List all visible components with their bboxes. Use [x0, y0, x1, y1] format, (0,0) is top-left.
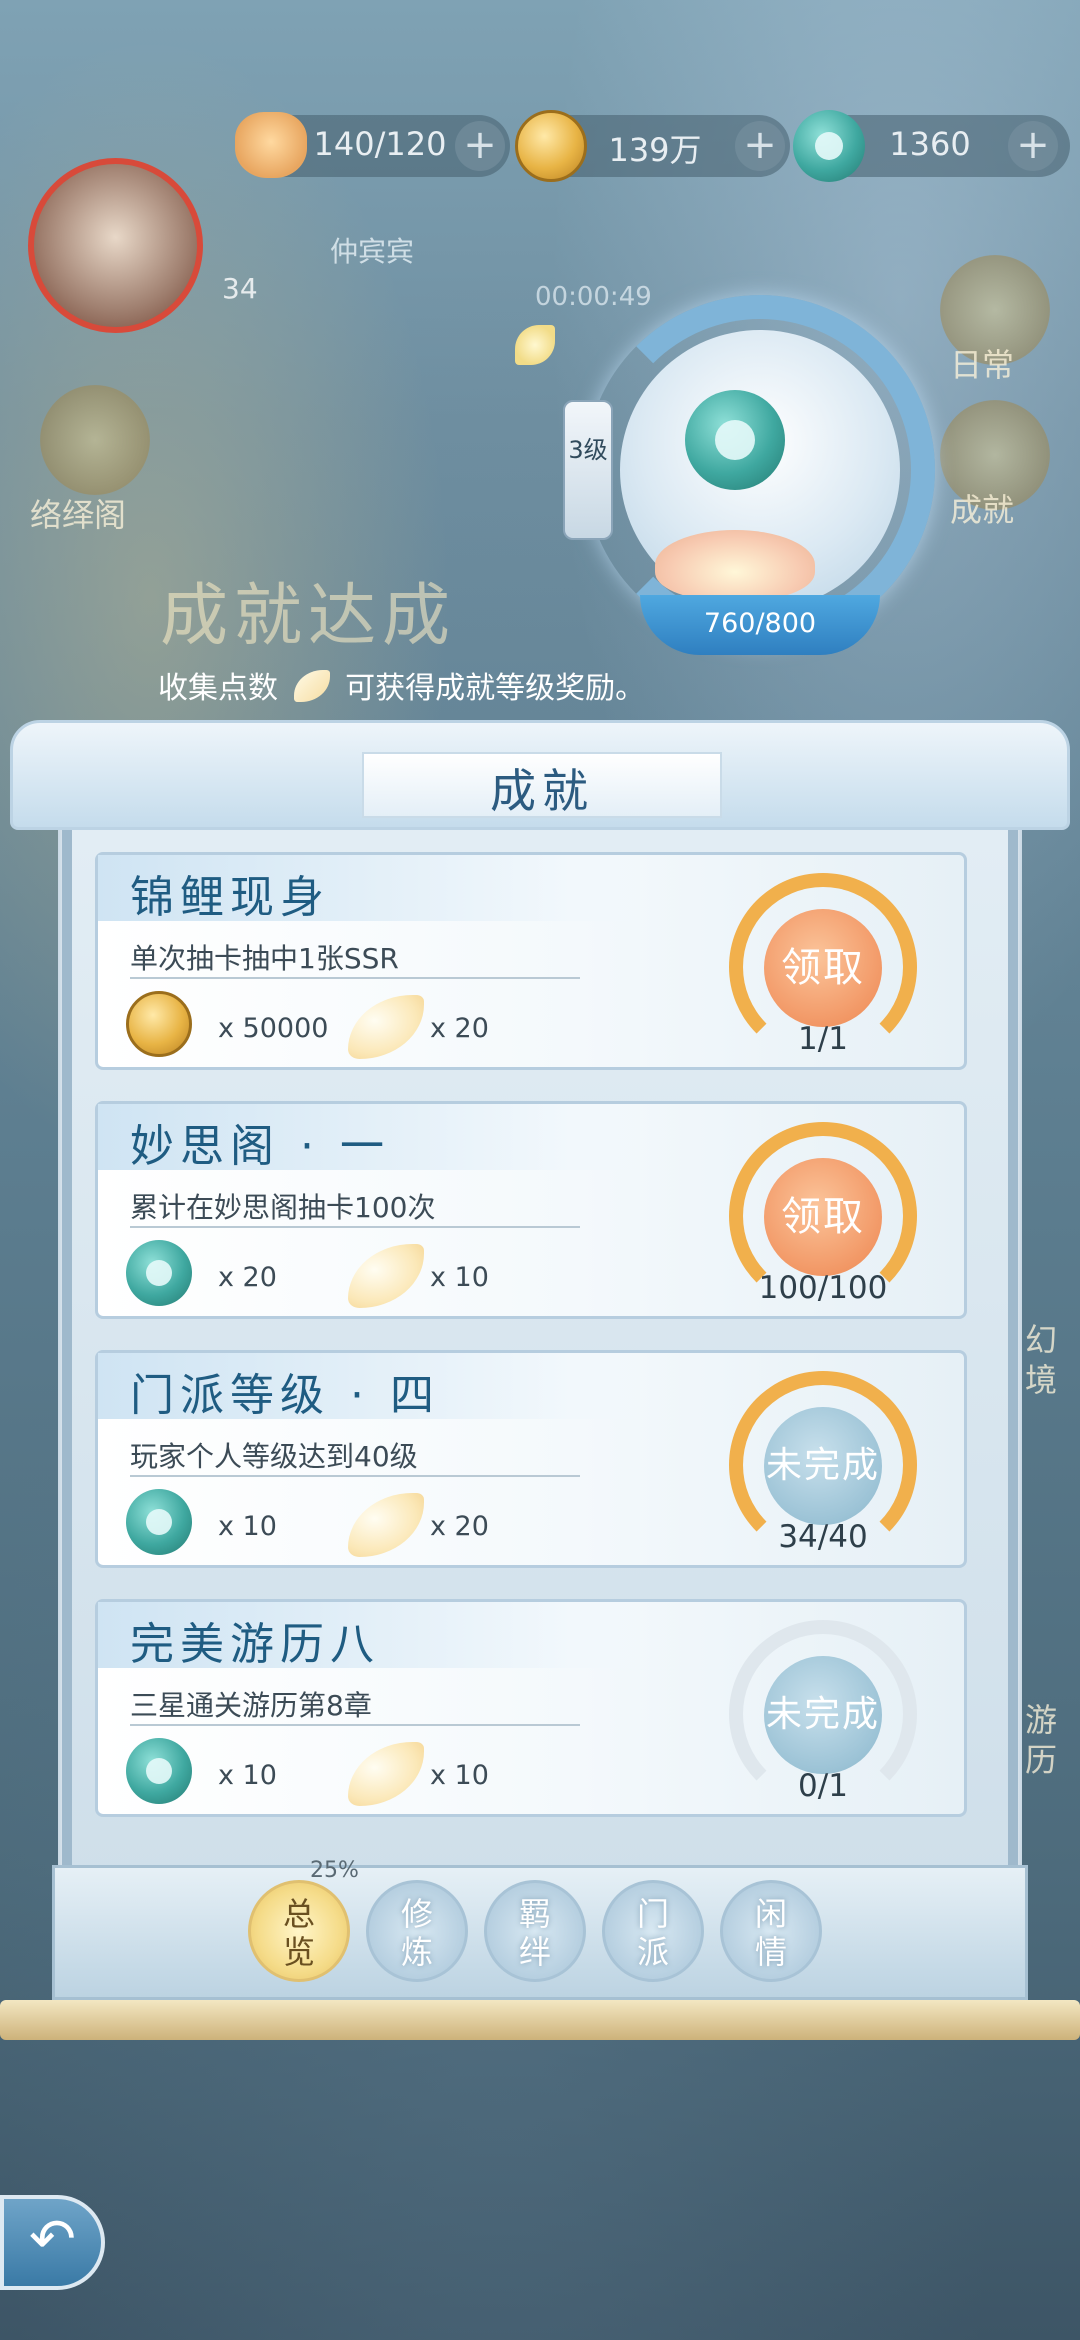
tab-label-bottom: 览	[282, 1933, 315, 1971]
reward2-quantity: x 20	[430, 1013, 489, 1044]
hint-text-before: 收集点数	[158, 671, 278, 706]
divider	[130, 1724, 580, 1726]
tab-label-top: 羁	[518, 1895, 551, 1933]
petal-icon	[348, 995, 424, 1059]
divider	[130, 977, 580, 979]
category-tab[interactable]: 羁绊	[484, 1880, 586, 1982]
tab-label-top: 总	[282, 1895, 315, 1933]
achievement-desc: 单次抽卡抽中1张SSR	[130, 942, 399, 975]
level-progress-text: 760/800	[703, 608, 817, 639]
tab-label-bottom: 绊	[518, 1933, 551, 1971]
achievement-progress: 100/100	[758, 1270, 888, 1306]
side-icon-left[interactable]	[40, 385, 150, 495]
jade-icon	[793, 110, 865, 182]
player-level: 34	[222, 272, 258, 305]
side-label-daily: 日常	[950, 346, 1015, 384]
event-timer: 00:00:49	[535, 282, 652, 312]
reward2-quantity: x 20	[430, 1511, 489, 1542]
incomplete-button[interactable]: 未完成	[764, 1407, 882, 1525]
achievement-progress: 0/1	[798, 1768, 848, 1804]
achievement-name: 锦鲤现身	[130, 872, 330, 923]
side-label-illusion: 幻境	[1025, 1321, 1058, 1399]
claim-button[interactable]: 领取	[764, 909, 882, 1027]
reward2-quantity: x 10	[430, 1760, 489, 1791]
hint-text-after: 可获得成就等级奖励。	[345, 671, 646, 706]
petal-icon	[293, 670, 330, 702]
jade-emblem-icon	[685, 390, 785, 490]
achievement-card: 门派等级 · 四玩家个人等级达到40级 x 10 x 20 未完成 34/40	[95, 1350, 967, 1568]
divider	[130, 1226, 580, 1228]
reward1-quantity: x 20	[218, 1262, 277, 1293]
add-stamina-button[interactable]: +	[455, 121, 505, 171]
category-tab[interactable]: 总览	[248, 1880, 350, 1982]
achievement-progress: 34/40	[778, 1519, 868, 1555]
side-label-achievement: 成就	[950, 491, 1015, 529]
petal-icon	[348, 1244, 424, 1308]
reward1-quantity: x 10	[218, 1511, 277, 1542]
side-label-left-top: 络绎阁	[30, 496, 127, 534]
gold-coin-icon	[515, 110, 587, 182]
panel-base	[0, 2000, 1080, 2040]
achievement-desc: 三星通关游历第8章	[130, 1689, 372, 1722]
achievement-card: 妙思阁 · 一累计在妙思阁抽卡100次 x 20 x 10 领取 100/100	[95, 1101, 967, 1319]
claim-button[interactable]: 领取	[764, 1158, 882, 1276]
side-label-travel: 游历	[1025, 1701, 1058, 1779]
reward2-quantity: x 10	[430, 1262, 489, 1293]
tab-label-top: 闲	[754, 1895, 787, 1933]
cat-stamina-icon	[235, 112, 307, 178]
jade-value: 1360	[889, 125, 971, 163]
category-tab[interactable]: 修炼	[366, 1880, 468, 1982]
banner-title: 成就达成	[160, 577, 457, 656]
category-tab[interactable]: 闲情	[720, 1880, 822, 1982]
add-gold-button[interactable]: +	[735, 121, 785, 171]
panel-title: 成就	[490, 764, 594, 818]
overview-percent: 25%	[310, 1858, 359, 1883]
achievement-progress: 1/1	[798, 1021, 848, 1057]
tab-label-top: 修	[400, 1895, 433, 1933]
jade-icon	[126, 1489, 192, 1555]
add-jade-button[interactable]: +	[1008, 121, 1058, 171]
achievement-card: 完美游历八三星通关游历第8章 x 10 x 10 未完成 0/1	[95, 1599, 967, 1817]
achievement-desc: 累计在妙思阁抽卡100次	[130, 1191, 436, 1224]
tab-label-top: 门	[636, 1895, 669, 1933]
lotus-icon	[655, 530, 815, 600]
tab-label-bottom: 炼	[400, 1933, 433, 1971]
achievement-name: 完美游历八	[130, 1619, 380, 1670]
gold-coin-icon	[126, 991, 192, 1057]
back-button[interactable]: ↶	[0, 2195, 105, 2290]
achievement-name: 妙思阁 · 一	[130, 1121, 390, 1172]
level-hint: 收集点数 可获得成就等级奖励。	[158, 663, 645, 707]
tab-label-bottom: 情	[754, 1933, 787, 1971]
petal-icon	[348, 1742, 424, 1806]
achievement-desc: 玩家个人等级达到40级	[130, 1440, 418, 1473]
petal-icon	[348, 1493, 424, 1557]
level-tag: 3级	[563, 400, 613, 540]
stamina-value: 140/120	[313, 125, 447, 163]
category-tab[interactable]: 门派	[602, 1880, 704, 1982]
reward1-quantity: x 10	[218, 1760, 277, 1791]
incomplete-button[interactable]: 未完成	[764, 1656, 882, 1774]
divider	[130, 1475, 580, 1477]
gold-value: 139万	[608, 131, 702, 169]
player-avatar[interactable]	[28, 158, 203, 333]
player-name: 仲宾宾	[330, 235, 415, 268]
tab-label-bottom: 派	[636, 1933, 669, 1971]
back-arrow-icon: ↶	[29, 2207, 76, 2272]
jade-icon	[126, 1738, 192, 1804]
achievement-card: 锦鲤现身单次抽卡抽中1张SSR x 50000 x 20 领取 1/1	[95, 852, 967, 1070]
reward1-quantity: x 50000	[218, 1013, 329, 1044]
jade-icon	[126, 1240, 192, 1306]
achievement-name: 门派等级 · 四	[130, 1370, 440, 1421]
